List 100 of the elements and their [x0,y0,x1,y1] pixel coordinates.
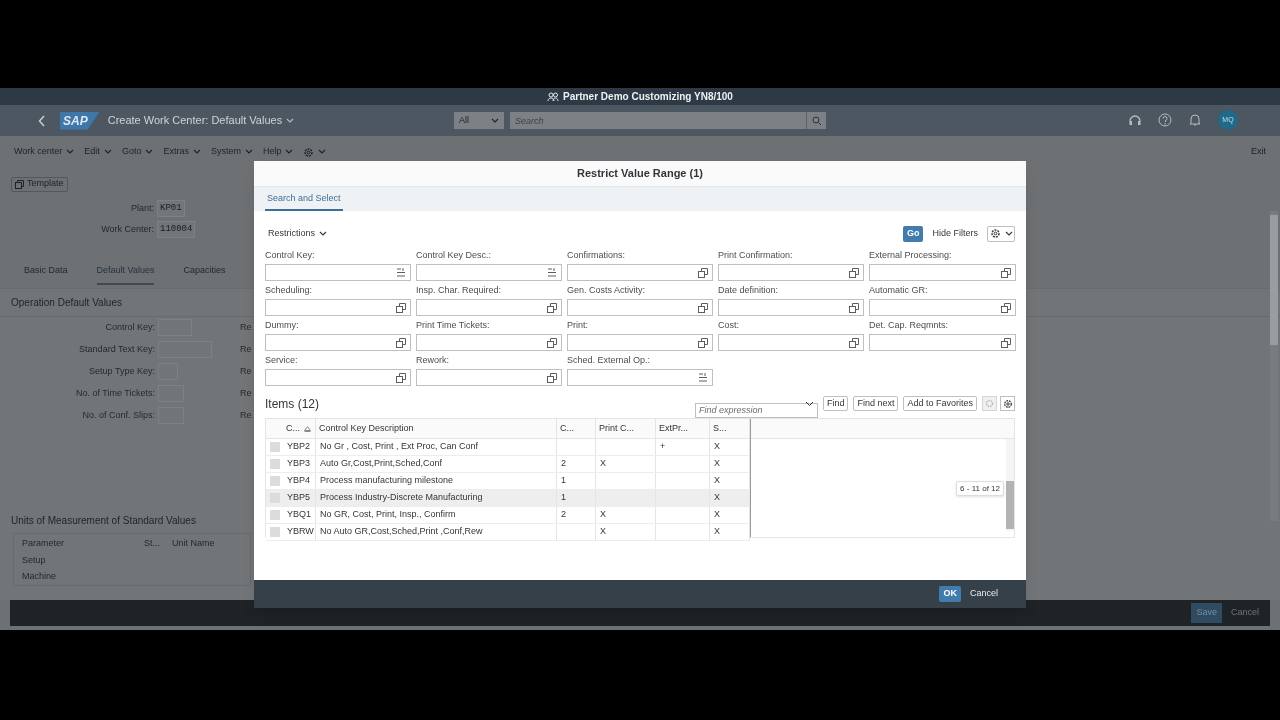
help-icon[interactable] [1158,113,1172,127]
list-icon [547,268,557,277]
input-field[interactable] [869,334,1016,351]
field-label: No. of Conf. Slips: [81,408,155,422]
settings-button[interactable] [1000,396,1015,411]
hide-filters-button[interactable]: Hide Filters [932,226,978,241]
bell-icon[interactable] [1188,113,1202,127]
table-cell: X [714,525,720,539]
table-row[interactable]: YBP3 Auto Gr,Cost,Print,Sched,Conf 2 X X [266,456,750,473]
input-field[interactable] [869,264,1016,281]
input-field[interactable] [869,299,1016,316]
row-selector[interactable] [269,510,280,520]
tab[interactable]: Basic Data [24,262,68,283]
scope-select[interactable]: All [454,112,504,129]
field-label: Print: [567,320,589,331]
input-field[interactable] [416,334,562,351]
find-field[interactable]: Find expression [694,402,818,418]
input-field[interactable]: KP01 [157,200,185,217]
chevron-down-icon [804,401,814,407]
table-row[interactable]: YBP2 No Gr , Cost, Print , Ext Proc, Can Conf + X [266,439,750,456]
input-field[interactable] [567,299,713,316]
menu-item[interactable]: Work center [14,145,75,159]
table-row[interactable]: YBP5 Process Industry-Discrete Manufacturing 1 X [266,490,750,507]
input-field[interactable] [265,334,411,351]
input-field[interactable] [718,299,864,316]
menu-item[interactable]: Extras [163,145,201,159]
tab[interactable]: Capacities [183,262,226,283]
column-header[interactable]: S... [710,419,750,438]
go-button[interactable]: Go [903,225,924,242]
value-help-icon [698,267,708,278]
settings-menu[interactable] [303,146,327,158]
menu-item[interactable]: Edit [84,145,112,159]
settings-icon [985,399,994,408]
table-cell: X [714,508,720,522]
dialog-button[interactable]: OK [939,586,961,602]
input-field[interactable] [567,334,713,351]
menu-item[interactable]: Help [262,145,294,159]
field-label: Setup Type Key: [88,364,155,378]
column-header[interactable]: C... [557,419,596,438]
input-field[interactable] [265,369,411,386]
table-cell: 2 [561,508,566,522]
input-field[interactable] [718,334,864,351]
table-cell: YBP3 [287,457,310,471]
find-button[interactable]: Add to Favorites [903,396,977,411]
tab[interactable]: Search and Select [265,191,343,211]
table-cell-text: Setup [21,554,47,568]
input-field[interactable] [416,264,562,281]
value-help-icon [547,337,557,348]
field-label: Insp. Char. Required: [416,285,503,296]
table-row[interactable]: YBQ1 No GR, Cost, Print, Insp., Confirm 2 X X [266,507,750,524]
column-header[interactable]: Control Key Description [316,419,557,438]
input-field[interactable] [416,299,562,316]
row-selector[interactable] [269,476,280,486]
dialog-button[interactable]: Cancel [966,586,1002,602]
find-button[interactable]: Find [822,396,849,411]
exit-button[interactable]: Exit [1251,145,1266,159]
value-help-icon [698,302,708,313]
value-help-icon [849,337,859,348]
input-field[interactable] [718,264,864,281]
footer-button[interactable]: Cancel [1226,603,1264,623]
row-selector[interactable] [269,527,280,537]
app-title: Create Work Center: Default Values [107,113,283,129]
search-button[interactable] [806,112,826,129]
input-field[interactable] [265,299,411,316]
search-field[interactable]: Search [510,112,806,129]
chevron-down-icon [318,149,327,155]
chevron-down-icon [244,149,253,155]
restrictions-toggle[interactable]: Restrictions [265,226,327,241]
scrollbar[interactable] [1006,439,1014,531]
column-header[interactable]: C... [283,419,316,438]
column-header[interactable]: ExtPr... [656,419,710,438]
scrollbar[interactable] [1270,211,1278,521]
chevron-down-icon [145,149,154,155]
footer-button[interactable]: Save [1191,603,1222,623]
row-selector[interactable] [269,459,280,469]
settings-button[interactable] [987,225,1015,242]
value-help-icon [849,302,859,313]
field-label: Gen. Costs Activity: [567,285,647,296]
input-field[interactable]: 110004 [157,221,196,238]
template-button[interactable]: Template [11,176,68,192]
input-field[interactable] [416,369,562,386]
input-field[interactable] [567,264,713,281]
column-header[interactable]: Print C... [596,419,656,438]
settings-icon [989,228,1001,239]
table-cell: X [714,474,720,488]
input-field[interactable] [567,369,713,386]
find-button[interactable]: Find next [853,396,899,411]
tab[interactable]: Default Values [96,262,155,285]
table-row[interactable]: YBRW No Auto GR,Cost,Sched,Print ,Conf,Rew X X [266,524,750,541]
headset-icon[interactable] [1128,113,1142,127]
field-label: Re [240,342,252,356]
input-field[interactable] [265,264,411,281]
menu-item[interactable]: System [210,145,253,159]
table-row[interactable]: YBP4 Process manufacturing milestone 1 X [266,473,750,490]
menu-item[interactable]: Goto [121,145,154,159]
table-cell: YBP2 [287,440,310,454]
sap-logo: SAP [60,111,100,130]
table-cell: 1 [561,474,566,488]
field-label: Control Key: [265,250,316,261]
row-selector[interactable] [269,442,280,452]
